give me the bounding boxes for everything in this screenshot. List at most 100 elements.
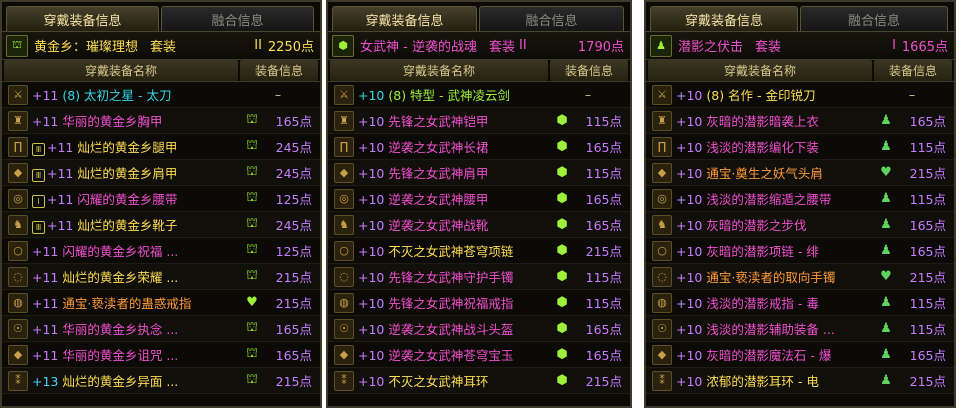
item-points: 245点 (275, 166, 312, 181)
shoulder-armor-icon: ◆ (8, 162, 28, 183)
weapon-row[interactable]: ⚔ +10 (8) 名作 - 金印锐刀 – (646, 82, 954, 108)
sub-equipment-icon: ☉ (334, 318, 354, 339)
equipment-row[interactable]: ◆ +10 灰暗的潜影魔法石 - 爆 ♟ 165点 (646, 342, 954, 368)
tab-wear-info[interactable]: 穿戴装备信息 (6, 6, 159, 31)
item-points: 115点 (909, 140, 946, 155)
equipment-row[interactable]: ◎ Ⅰ +11 闪耀的黄金乡腰带 ⛫ 125点 (2, 186, 320, 212)
item-name: +11 通宝·亵渎者的蛊惑戒指 (32, 296, 192, 311)
tab-bar: 穿戴装备信息 融合信息 (2, 2, 320, 32)
equipment-row[interactable]: ☉ +10 浅淡的潜影辅助装备 ... ♟ 115点 (646, 316, 954, 342)
weapon-row[interactable]: ⚔ +10 (8) 特型 - 武神凌云剑 – (328, 82, 630, 108)
equipment-row[interactable]: ◆ +11 华丽的黄金乡诅咒 ... ⛫ 165点 (2, 342, 320, 368)
bracelet-icon: ◌ (8, 266, 28, 287)
magic-stone-icon: ◆ (334, 344, 354, 365)
weapon-name: +11 (8) 太初之星 - 太刀 (32, 88, 172, 103)
belt-icon: ◎ (8, 188, 28, 209)
item-name: +10 通宝·奠生之妖气头肩 (676, 166, 823, 181)
equipment-row[interactable]: ♞ +10 逆袭之女武神战靴 ⬢ 165点 (328, 212, 630, 238)
leg-armor-icon: ∏ (334, 136, 354, 157)
bracelet-icon: ◌ (652, 266, 672, 287)
weapon-name: +10 (8) 名作 - 金印锐刀 (676, 88, 816, 103)
item-name: +13 灿烂的黄金乡异面 ... (32, 374, 179, 389)
item-name: +10 不灭之女武神耳环 (358, 374, 489, 389)
item-points: 165点 (275, 348, 312, 363)
set-piece-icon: ⛫ (246, 268, 258, 283)
weapon-name: +10 (8) 特型 - 武神凌云剑 (358, 88, 511, 103)
column-header: 穿戴装备名称 装备信息 (2, 60, 320, 82)
person-icon: ♟ (880, 139, 892, 154)
tab-fusion-info[interactable]: 融合信息 (800, 6, 948, 31)
equipment-row[interactable]: ∏ +10 浅淡的潜影编化下装 ♟ 115点 (646, 134, 954, 160)
equipment-row[interactable]: ⁑ +13 灿烂的黄金乡异面 ... ⛫ 215点 (2, 368, 320, 394)
item-points: 115点 (585, 270, 622, 285)
person-icon: ♟ (880, 347, 892, 362)
equipment-row[interactable]: ◎ +10 逆袭之女武神腰甲 ⬢ 165点 (328, 186, 630, 212)
set-header: ♟ 潜影之伏击 套装 I 1665点 (646, 32, 954, 60)
set-level: II (254, 38, 262, 53)
equipment-row[interactable]: ◌ +10 通宝·亵渎者的取向手镯 ♥ 215点 (646, 264, 954, 290)
equipment-row[interactable]: ∏ Ⅲ +11 灿烂的黄金乡腿甲 ⛫ 245点 (2, 134, 320, 160)
ring-icon: ◍ (334, 292, 354, 313)
equipment-row[interactable]: ◆ +10 先锋之女武神肩甲 ⬢ 115点 (328, 160, 630, 186)
tier-badge: Ⅰ (32, 195, 45, 208)
equipment-row[interactable]: ♜ +10 灰暗的潜影暗袭上衣 ♟ 165点 (646, 108, 954, 134)
set-name: 潜影之伏击 (678, 40, 744, 55)
panel-divider (632, 0, 644, 411)
equipment-row[interactable]: ○ +11 闪耀的黄金乡祝福 ... ⛫ 125点 (2, 238, 320, 264)
equipment-row[interactable]: ◌ +10 先锋之女武神守护手镯 ⬢ 115点 (328, 264, 630, 290)
equipment-row[interactable]: ◍ +10 先锋之女武神祝福戒指 ⬢ 115点 (328, 290, 630, 316)
equipment-row[interactable]: ○ +10 灰暗的潜影项链 - 绯 ♟ 165点 (646, 238, 954, 264)
equipment-row[interactable]: ⁑ +10 浓郁的潜影耳环 - 电 ♟ 215点 (646, 368, 954, 394)
equipment-row[interactable]: ◍ +10 浅淡的潜影戒指 - 毒 ♟ 115点 (646, 290, 954, 316)
tab-wear-info[interactable]: 穿戴装备信息 (650, 6, 798, 31)
weapon-info: – (274, 87, 282, 102)
equipment-row[interactable]: ◌ +11 灿烂的黄金乡荣耀 ... ⛫ 215点 (2, 264, 320, 290)
set-piece-icon: ⛫ (246, 346, 258, 361)
equipment-row[interactable]: ◆ +10 逆袭之女武神苍穹宝玉 ⬢ 165点 (328, 342, 630, 368)
item-name: +10 浅淡的潜影编化下装 (676, 140, 819, 155)
shoulder-armor-icon: ◆ (652, 162, 672, 183)
item-points: 165点 (909, 348, 946, 363)
sword-icon: ⚔ (652, 84, 672, 105)
set-icon: ♟ (650, 34, 672, 57)
equipment-row[interactable]: ◆ Ⅲ +11 灿烂的黄金乡肩甲 ⛫ 245点 (2, 160, 320, 186)
item-points: 165点 (909, 114, 946, 129)
item-name: +10 灰暗的潜影之步伐 (676, 218, 807, 233)
tab-fusion-info[interactable]: 融合信息 (161, 6, 314, 31)
equipment-row[interactable]: ☉ +10 逆袭之女武神战斗头盔 ⬢ 165点 (328, 316, 630, 342)
helmet-icon: ⬢ (556, 321, 568, 336)
item-points: 115点 (585, 296, 622, 311)
ring-icon: ◍ (652, 292, 672, 313)
set-level: II (518, 38, 527, 53)
weapon-row[interactable]: ⚔ +11 (8) 太初之星 - 太刀 – (2, 82, 320, 108)
earring-icon: ⁑ (8, 370, 28, 391)
item-points: 165点 (585, 192, 622, 207)
equipment-row[interactable]: ♞ Ⅲ +11 灿烂的黄金乡靴子 ⛫ 245点 (2, 212, 320, 238)
equipment-row[interactable]: ⁑ +10 不灭之女武神耳环 ⬢ 215点 (328, 368, 630, 394)
belt-icon: ◎ (334, 188, 354, 209)
item-points: 215点 (585, 374, 622, 389)
item-points: 215点 (585, 244, 622, 259)
person-icon: ♟ (880, 243, 892, 258)
belt-icon: ◎ (652, 188, 672, 209)
equipment-row[interactable]: ♜ +11 华丽的黄金乡胸甲 ⛫ 165点 (2, 108, 320, 134)
item-name: +10 浓郁的潜影耳环 - 电 (676, 374, 819, 389)
equipment-row[interactable]: ○ +10 不灭之女武神苍穹项链 ⬢ 215点 (328, 238, 630, 264)
equipment-row[interactable]: ∏ +10 逆袭之女武神长裙 ⬢ 165点 (328, 134, 630, 160)
item-points: 165点 (275, 322, 312, 337)
item-name: Ⅰ +11 闪耀的黄金乡腰带 (32, 189, 244, 208)
equipment-row[interactable]: ♞ +10 灰暗的潜影之步伐 ♟ 165点 (646, 212, 954, 238)
item-points: 115点 (909, 296, 946, 311)
equipment-row[interactable]: ◍ +11 通宝·亵渎者的蛊惑戒指 ♥ 215点 (2, 290, 320, 316)
equipment-row[interactable]: ◆ +10 通宝·奠生之妖气头肩 ♥ 215点 (646, 160, 954, 186)
tab-fusion-info[interactable]: 融合信息 (479, 6, 624, 31)
helmet-icon: ⬢ (556, 139, 568, 154)
item-points: 165点 (909, 244, 946, 259)
helmet-icon: ⬢ (556, 269, 568, 284)
equipment-row[interactable]: ☉ +11 华丽的黄金乡执念 ... ⛫ 165点 (2, 316, 320, 342)
column-header: 穿戴装备名称 装备信息 (646, 60, 954, 82)
equipment-row[interactable]: ♜ +10 先锋之女武神铠甲 ⬢ 115点 (328, 108, 630, 134)
set-points: 1665点 (901, 40, 948, 55)
equipment-row[interactable]: ◎ +10 浅淡的潜影缩遁之腰带 ♟ 115点 (646, 186, 954, 212)
tab-wear-info[interactable]: 穿戴装备信息 (332, 6, 477, 31)
